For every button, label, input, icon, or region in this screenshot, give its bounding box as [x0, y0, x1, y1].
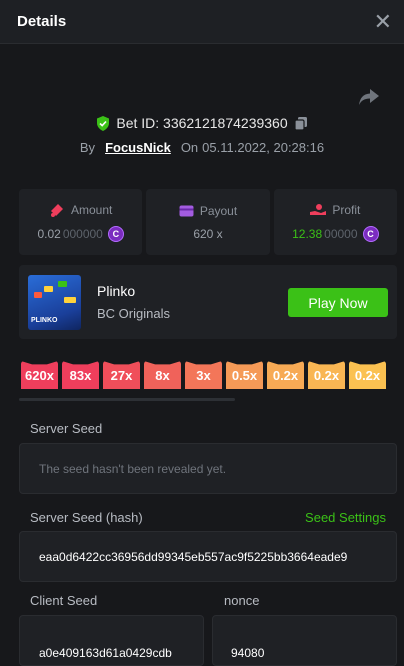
copy-icon[interactable] [294, 116, 308, 131]
multiplier-bucket: 8x [144, 361, 181, 389]
verified-shield-icon [97, 115, 110, 131]
payout-card: Payout 620 x [146, 189, 270, 255]
amount-value: 0.02 [37, 226, 61, 241]
bet-datetime: 05.11.2022, 20:28:16 [202, 140, 325, 155]
nonce-label: nonce [224, 593, 260, 608]
amount-label: Amount [70, 202, 113, 217]
bcd-coin-icon: C [107, 225, 124, 242]
play-now-button[interactable]: Play Now [288, 288, 388, 317]
payout-label: Payout [199, 203, 238, 218]
on-label: On [180, 140, 199, 155]
game-card: PLINKO Plinko BC Originals Play Now [19, 265, 397, 339]
bet-stats: Amount 0.02 000000 C Payout 620 x Profit … [19, 189, 397, 255]
multiplier-bucket: 620x [21, 361, 58, 389]
game-provider: BC Originals [97, 306, 170, 321]
server-seed-field: The seed hasn't been revealed yet. [19, 443, 397, 494]
server-seed-hash-field[interactable]: eaa0d6422cc36956dd99345eb557ac9f5225bb36… [19, 531, 397, 582]
nonce-field[interactable]: 94080 [212, 615, 397, 666]
multiplier-bucket: 0.5x [226, 361, 263, 389]
details-header: Details ✕ [0, 0, 404, 44]
bcd-coin-icon: C [362, 225, 379, 242]
profit-label: Profit [332, 202, 361, 217]
plinko-thumbnail[interactable]: PLINKO [28, 275, 81, 330]
payout-value: 620 x [193, 226, 223, 241]
thumbnail-label: PLINKO [31, 317, 58, 324]
bet-id: Bet ID: 3362121874239360 [116, 115, 288, 131]
bet-by-row: By FocusNick On 05.11.2022, 20:28:16 [0, 140, 404, 155]
server-seed-hash-value: eaa0d6422cc36956dd99345eb557ac9f5225bb36… [39, 549, 348, 564]
server-seed-label: Server Seed [30, 421, 103, 436]
payout-card-icon [179, 205, 194, 216]
multiplier-bucket: 83x [62, 361, 99, 389]
share-icon[interactable] [358, 88, 380, 106]
bet-id-row: Bet ID: 3362121874239360 [0, 115, 404, 131]
multiplier-row: 620x 83x 27x 8x 3x 0.5x 0.2x 0.2x 0.2x [21, 361, 404, 389]
multiplier-bucket: 0.2x [267, 361, 304, 389]
amount-icon [50, 203, 63, 217]
profit-card: Profit 12.38 00000 C [273, 189, 397, 255]
game-name: Plinko [97, 283, 136, 299]
client-seed-label: Client Seed [30, 593, 98, 608]
close-icon[interactable]: ✕ [368, 7, 398, 37]
multiplier-bucket: 3x [185, 361, 222, 389]
server-seed-value: The seed hasn't been revealed yet. [39, 461, 227, 476]
profit-value-zeros: 00000 [324, 226, 358, 241]
panel-title: Details [17, 13, 67, 30]
username-link[interactable]: FocusNick [105, 140, 171, 155]
multiplier-bucket: 27x [103, 361, 140, 389]
by-label: By [79, 140, 96, 155]
client-seed-field[interactable]: a0e409163d61a0429cdb [19, 615, 204, 666]
amount-card: Amount 0.02 000000 C [19, 189, 143, 255]
multiplier-scrollbar[interactable] [19, 398, 235, 401]
profit-value: 12.38 [292, 226, 323, 241]
profit-hand-icon [310, 203, 327, 215]
multiplier-bucket: 0.2x [349, 361, 386, 389]
client-seed-value: a0e409163d61a0429cdb [39, 645, 172, 660]
multiplier-bucket: 0.2x [308, 361, 345, 389]
server-seed-hash-label: Server Seed (hash) [30, 510, 143, 525]
seed-settings-link[interactable]: Seed Settings [305, 510, 386, 525]
amount-value-zeros: 000000 [62, 226, 103, 241]
nonce-value: 94080 [231, 645, 265, 660]
